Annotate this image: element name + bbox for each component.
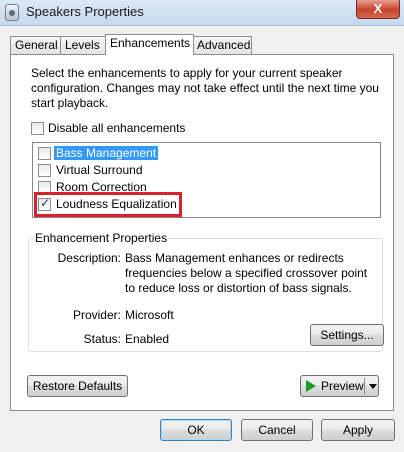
virtual-surround-checkbox[interactable] xyxy=(38,164,51,177)
title-bar: Speakers Properties X xyxy=(0,0,404,26)
description-value: Bass Management enhances or redirects fr… xyxy=(125,251,368,295)
enhancement-properties-group: Enhancement Properties Description: Bass… xyxy=(28,231,384,352)
tab-general[interactable]: General xyxy=(10,36,61,54)
list-item-virtual-surround[interactable]: Virtual Surround xyxy=(33,162,233,179)
status-label: Status: xyxy=(83,332,121,346)
tab-advanced[interactable]: Advanced xyxy=(192,36,252,54)
list-item-label: Bass Management xyxy=(54,146,159,160)
intro-text: Select the enhancements to apply for you… xyxy=(31,66,379,110)
list-item-bass-management[interactable]: Bass Management xyxy=(33,145,233,162)
disable-all-checkbox[interactable] xyxy=(31,122,44,135)
tab-enhancements[interactable]: Enhancements xyxy=(105,34,194,55)
provider-label: Provider: xyxy=(72,308,121,322)
apply-button[interactable]: Apply xyxy=(321,419,395,441)
list-item-label: Virtual Surround xyxy=(56,163,143,177)
preview-button[interactable]: Preview xyxy=(300,375,379,397)
cancel-button[interactable]: Cancel xyxy=(241,419,313,441)
play-icon xyxy=(306,380,316,392)
group-title: Enhancement Properties xyxy=(34,231,169,245)
highlight-box xyxy=(34,192,182,217)
description-label: Description: xyxy=(57,251,121,265)
bass-management-checkbox[interactable] xyxy=(38,147,51,160)
window-title: Speakers Properties xyxy=(26,4,144,19)
ok-button[interactable]: OK xyxy=(160,419,232,441)
settings-button[interactable]: Settings... xyxy=(310,324,384,346)
close-button[interactable]: X xyxy=(356,0,400,19)
speaker-icon xyxy=(5,4,19,21)
tab-levels[interactable]: Levels xyxy=(60,36,108,54)
disable-all-label: Disable all enhancements xyxy=(48,121,186,135)
provider-value: Microsoft xyxy=(125,308,174,322)
enhancements-panel: Select the enhancements to apply for you… xyxy=(10,54,394,411)
preview-label: Preview xyxy=(321,379,364,393)
chevron-down-icon[interactable] xyxy=(369,384,377,389)
restore-defaults-button[interactable]: Restore Defaults xyxy=(27,375,128,397)
split-separator xyxy=(364,378,365,394)
